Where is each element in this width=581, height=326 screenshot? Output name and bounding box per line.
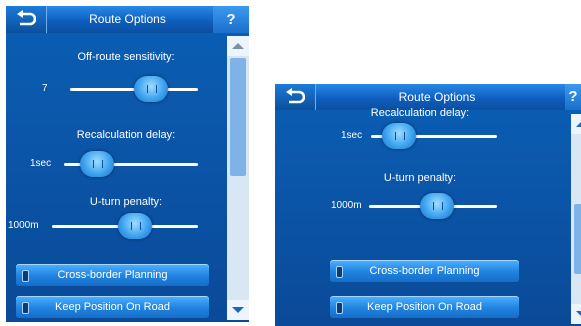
scroll-down-button[interactable] — [571, 304, 581, 324]
off-route-sensitivity-value: 7 — [42, 83, 48, 94]
toggle-indicator-icon — [22, 270, 29, 282]
arrow-up-icon — [576, 122, 581, 127]
back-button[interactable] — [275, 84, 316, 110]
back-button[interactable] — [6, 6, 47, 33]
slider-knob[interactable] — [80, 151, 114, 177]
title-bar: Route Options ? — [6, 6, 249, 33]
recalculation-delay-label: Recalculation delay: — [76, 129, 176, 141]
cross-border-planning-button[interactable]: Cross-border Planning — [16, 264, 209, 286]
recalculation-delay-value: 1sec — [30, 158, 52, 169]
recalculation-delay-value: 1sec — [341, 130, 363, 141]
cross-border-planning-button[interactable]: Cross-border Planning — [330, 260, 519, 282]
slider-knob[interactable] — [134, 76, 168, 102]
u-turn-penalty-label: U-turn penalty: — [89, 196, 163, 208]
scroll-thumb[interactable] — [574, 204, 581, 274]
scrollbar[interactable] — [571, 114, 581, 324]
scroll-thumb[interactable] — [230, 58, 246, 176]
toggle-indicator-icon — [336, 302, 343, 314]
keep-position-on-road-button[interactable]: Keep Position On Road — [330, 296, 519, 318]
recalculation-delay-label: Recalculation delay: — [370, 107, 470, 119]
button-label: Keep Position On Road — [55, 301, 170, 313]
toggle-indicator-icon — [22, 302, 29, 314]
arrow-down-icon — [232, 307, 244, 313]
u-turn-penalty-value: 1000m — [331, 200, 362, 211]
u-turn-penalty-label: U-turn penalty: — [383, 172, 457, 184]
arrow-up-icon — [232, 43, 244, 49]
scroll-up-button[interactable] — [227, 36, 249, 56]
u-turn-penalty-value: 1000m — [8, 220, 39, 231]
toggle-indicator-icon — [336, 266, 343, 278]
off-route-sensitivity-label: Off-route sensitivity: — [77, 51, 175, 63]
back-arrow-icon — [286, 88, 305, 104]
slider-knob[interactable] — [118, 213, 152, 239]
arrow-down-icon — [576, 311, 581, 316]
help-button[interactable]: ? — [213, 6, 249, 33]
scroll-down-button[interactable] — [227, 300, 249, 320]
scrollbar[interactable] — [227, 36, 249, 320]
help-button[interactable]: ? — [565, 84, 581, 110]
page-title: Route Options — [89, 12, 166, 26]
back-arrow-icon — [17, 10, 36, 26]
button-label: Keep Position On Road — [367, 301, 482, 313]
slider-knob[interactable] — [420, 193, 454, 219]
route-options-screen-left: Route Options ? Off-route sensitivity: 7… — [6, 6, 249, 322]
slider-knob[interactable] — [382, 123, 416, 149]
keep-position-on-road-button[interactable]: Keep Position On Road — [16, 296, 209, 318]
scroll-up-button[interactable] — [571, 114, 581, 134]
button-label: Cross-border Planning — [57, 269, 168, 281]
route-options-screen-right: Route Options ? Recalculation delay: 1se… — [275, 84, 581, 326]
button-label: Cross-border Planning — [369, 265, 480, 277]
